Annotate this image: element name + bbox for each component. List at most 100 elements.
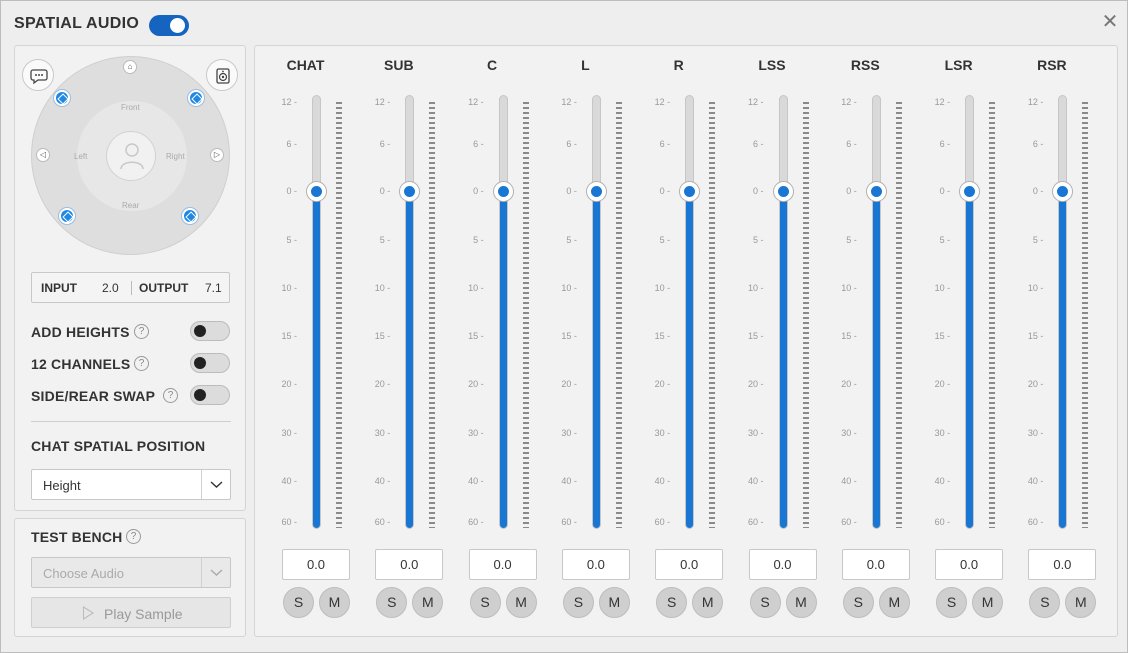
solo-button[interactable]: S [376, 587, 408, 618]
scale-tick: 15 - [468, 331, 484, 341]
solo-button[interactable]: S [842, 587, 874, 618]
gain-value-field[interactable]: 0.0 [282, 549, 350, 580]
scale-tick: 10 - [1027, 283, 1044, 293]
scale-tick: 0 - [473, 186, 484, 196]
rear-left-speaker-icon[interactable] [59, 208, 75, 224]
mute-button[interactable]: M [692, 587, 724, 618]
solo-button[interactable]: S [936, 587, 968, 618]
scale-tick: 12 - [374, 97, 391, 107]
solo-button[interactable]: S [749, 587, 781, 618]
scale-tick: 6 - [752, 139, 764, 149]
scale-tick: 12 - [468, 97, 484, 107]
scale-tick: 20 - [841, 379, 857, 389]
mute-button[interactable]: M [972, 587, 1004, 618]
level-meter [1082, 102, 1089, 528]
play-sample-button[interactable]: Play Sample [31, 597, 231, 628]
scale-tick: 10 - [934, 283, 951, 293]
scale-tick: 0 - [659, 186, 671, 196]
help-icon[interactable]: ? [126, 529, 141, 544]
help-icon[interactable]: ? [134, 356, 149, 371]
solo-button[interactable]: S [656, 587, 688, 618]
chat-position-select[interactable]: Height [31, 469, 231, 500]
gain-value-field[interactable]: 0.0 [561, 549, 630, 580]
side-rear-swap-label: SIDE/REAR SWAP [31, 388, 156, 404]
speaker-icon[interactable] [206, 59, 238, 91]
mute-button[interactable]: M [412, 587, 444, 618]
spatial-audio-window: SPATIAL AUDIO ✕ Front Left Right Rear ⌂ … [0, 0, 1128, 653]
rear-right-speaker-icon[interactable] [182, 208, 198, 224]
listener-icon [106, 131, 156, 181]
fader-handle[interactable] [865, 181, 887, 202]
mute-button[interactable]: M [1065, 587, 1097, 618]
chevron-down-icon[interactable] [201, 470, 230, 499]
side-right-speaker-icon[interactable]: ▷ [210, 148, 224, 162]
fader-level [313, 191, 320, 528]
help-icon[interactable]: ? [163, 388, 178, 403]
gain-value-field[interactable]: 0.0 [935, 549, 1004, 580]
fader-handle[interactable] [959, 181, 981, 202]
solo-button[interactable]: S [562, 587, 594, 618]
gain-value-field[interactable]: 0.0 [655, 549, 724, 580]
mute-button[interactable]: M [505, 587, 537, 618]
io-format-box: INPUT 2.0 OUTPUT 7.1 [31, 272, 230, 303]
chevron-down-icon[interactable] [201, 558, 230, 587]
add-heights-label: ADD HEIGHTS [31, 324, 130, 340]
scale-tick: 60 - [468, 517, 484, 527]
channel-name: CHAT [286, 57, 325, 73]
front-right-speaker-icon[interactable] [188, 90, 204, 106]
choose-audio-select[interactable]: Choose Audio [31, 557, 231, 588]
fader-level [1059, 191, 1067, 528]
front-left-speaker-icon[interactable] [54, 90, 70, 106]
scale-tick: 0 - [939, 186, 951, 196]
solo-button[interactable]: S [1029, 587, 1061, 618]
fader-handle[interactable] [399, 181, 421, 202]
fader-handle[interactable] [772, 181, 794, 202]
scale-tick: 40 - [934, 476, 951, 486]
side-rear-swap-toggle[interactable] [190, 385, 230, 405]
fader-handle[interactable] [492, 181, 514, 202]
scale-tick: 12 - [841, 97, 857, 107]
chat-bubble-icon[interactable] [22, 59, 54, 91]
side-left-speaker-icon[interactable]: ◁ [36, 148, 50, 162]
settings-panel: Front Left Right Rear ⌂ ◁ ▷ INPUT 2.0 OU… [14, 45, 246, 511]
fader-handle[interactable] [679, 181, 701, 202]
input-label: INPUT [41, 281, 77, 295]
close-icon[interactable]: ✕ [1101, 12, 1119, 32]
gain-value-field[interactable]: 0.0 [375, 549, 444, 580]
solo-button[interactable]: S [469, 587, 501, 618]
play-sample-label: Play Sample [104, 606, 183, 622]
scale-tick: 20 - [281, 379, 297, 389]
fader-handle[interactable] [1052, 181, 1074, 202]
top-speaker-icon[interactable]: ⌂ [123, 60, 137, 74]
title-bar: SPATIAL AUDIO ✕ [1, 1, 1127, 45]
gain-value-field[interactable]: 0.0 [1028, 549, 1097, 580]
help-icon[interactable]: ? [134, 324, 149, 339]
scale-tick: 10 - [747, 283, 764, 293]
scale-tick: 15 - [1027, 331, 1044, 341]
window-title: SPATIAL AUDIO [14, 15, 140, 32]
gain-value-field[interactable]: 0.0 [748, 549, 817, 580]
fader-handle[interactable] [585, 181, 607, 202]
scale-tick: 15 - [281, 331, 297, 341]
add-heights-toggle[interactable] [190, 321, 230, 341]
scale-tick: 6 - [1032, 139, 1044, 149]
solo-button[interactable]: S [283, 587, 314, 618]
mute-button[interactable]: M [785, 587, 817, 618]
scale-tick: 5 - [286, 235, 297, 245]
io-divider [131, 281, 132, 295]
mute-button[interactable]: M [878, 587, 910, 618]
mute-button[interactable]: M [319, 587, 350, 618]
scale-tick: 10 - [281, 283, 297, 293]
mute-button[interactable]: M [598, 587, 630, 618]
spatial-audio-toggle[interactable] [149, 15, 189, 36]
scale-tick: 30 - [468, 428, 484, 438]
twelve-channels-toggle[interactable] [190, 353, 230, 373]
scale-tick: 15 - [561, 331, 577, 341]
scale-tick: 5 - [473, 235, 484, 245]
scale-tick: 6 - [659, 139, 671, 149]
scale-tick: 15 - [747, 331, 764, 341]
gain-value-field[interactable]: 0.0 [841, 549, 910, 580]
scale-tick: 30 - [1027, 428, 1044, 438]
gain-value-field[interactable]: 0.0 [468, 549, 537, 580]
fader-handle[interactable] [306, 181, 327, 202]
